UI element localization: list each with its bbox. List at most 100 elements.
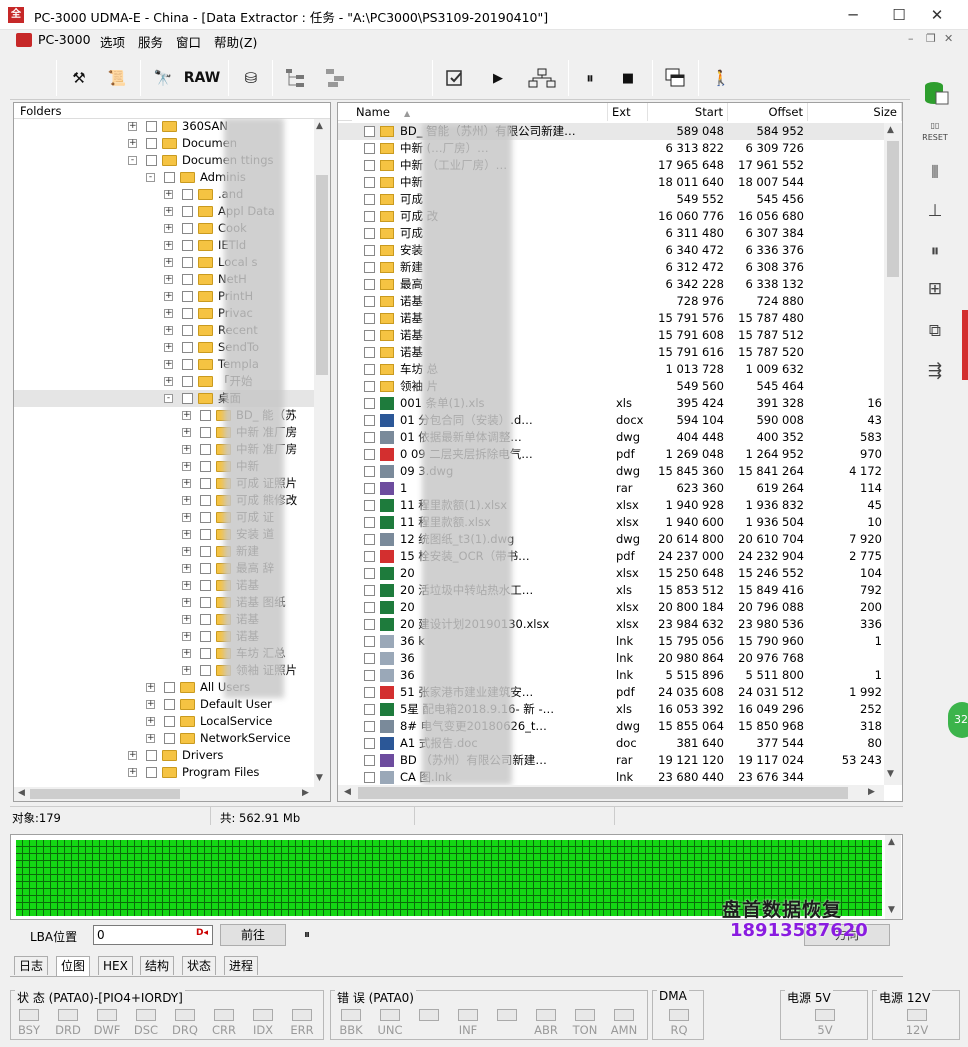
expand-toggle-icon[interactable]: + bbox=[182, 496, 191, 505]
tree-checkbox[interactable] bbox=[200, 597, 211, 608]
tree-checkbox[interactable] bbox=[200, 495, 211, 506]
tree-checkbox[interactable] bbox=[182, 240, 193, 251]
expand-toggle-icon[interactable]: + bbox=[164, 258, 173, 267]
pause-icon[interactable]: ⏸ bbox=[576, 63, 604, 93]
file-checkbox[interactable] bbox=[364, 619, 375, 630]
file-row[interactable]: 可成 6 311 480 6 307 384 bbox=[338, 225, 884, 242]
files-vertical-scrollbar[interactable]: ▲ ▼ bbox=[884, 123, 902, 785]
file-row[interactable]: 09 3.dwgdwg15 845 36015 841 2644 172 bbox=[338, 463, 884, 480]
branch-icon[interactable]: ⊥ bbox=[912, 194, 958, 228]
file-checkbox[interactable] bbox=[364, 381, 375, 392]
file-checkbox[interactable] bbox=[364, 704, 375, 715]
file-row[interactable]: 诺基 15 791 616 15 787 520 bbox=[338, 344, 884, 361]
expand-toggle-icon[interactable]: + bbox=[164, 360, 173, 369]
tree-checkbox[interactable] bbox=[200, 665, 211, 676]
file-row[interactable]: CA 图.lnklnk23 680 44023 676 344 bbox=[338, 769, 884, 785]
pause-side-icon[interactable]: ⏸ bbox=[912, 234, 958, 268]
tree-checkbox[interactable] bbox=[182, 257, 193, 268]
expand-toggle-icon[interactable]: + bbox=[182, 479, 191, 488]
menu-options[interactable]: 选项 bbox=[100, 32, 125, 51]
inner-close-button[interactable]: ✕ bbox=[944, 32, 953, 45]
file-checkbox[interactable] bbox=[364, 347, 375, 358]
scroll-icon[interactable]: 📜 bbox=[102, 63, 132, 93]
save-disk-icon[interactable] bbox=[440, 63, 470, 93]
expand-toggle-icon[interactable]: + bbox=[182, 462, 191, 471]
file-checkbox[interactable] bbox=[364, 551, 375, 562]
database-icon[interactable] bbox=[912, 78, 958, 112]
expand-toggle-icon[interactable]: + bbox=[146, 700, 155, 709]
expand-toggle-icon[interactable]: + bbox=[128, 122, 137, 131]
tree-node[interactable]: + Program Files bbox=[14, 764, 314, 781]
scroll-down-arrow-icon[interactable]: ▼ bbox=[316, 773, 323, 783]
column-start[interactable]: Start bbox=[648, 103, 728, 121]
lba-input[interactable]: 0 D◂ bbox=[93, 925, 213, 945]
tree-checkbox[interactable] bbox=[182, 325, 193, 336]
scroll-down-arrow-icon[interactable]: ▼ bbox=[887, 769, 894, 779]
file-row[interactable]: 11 程里款额.xlsxxlsx1 940 6001 936 50410 bbox=[338, 514, 884, 531]
file-row[interactable]: 领袖 片 549 560 545 464 bbox=[338, 378, 884, 395]
expand-toggle-icon[interactable]: + bbox=[182, 598, 191, 607]
tree-checkbox[interactable] bbox=[200, 444, 211, 455]
menu-service[interactable]: 服务 bbox=[138, 32, 163, 51]
expand-toggle-icon[interactable]: + bbox=[182, 428, 191, 437]
file-row[interactable]: 诺基 728 976 724 880 bbox=[338, 293, 884, 310]
file-row[interactable]: 12 统图纸_t3(1).dwgdwg20 614 80020 610 7047… bbox=[338, 531, 884, 548]
tree-node[interactable]: + Drivers bbox=[14, 747, 314, 764]
tree-checkbox[interactable] bbox=[182, 393, 193, 404]
connector-icon[interactable]: ⇶ bbox=[912, 354, 958, 388]
file-checkbox[interactable] bbox=[364, 364, 375, 375]
expand-toggle-icon[interactable]: + bbox=[146, 717, 155, 726]
file-checkbox[interactable] bbox=[364, 636, 375, 647]
file-checkbox[interactable] bbox=[364, 177, 375, 188]
file-row[interactable]: 诺基 15 791 576 15 787 480 bbox=[338, 310, 884, 327]
file-row[interactable]: 可成 549 552 545 456 bbox=[338, 191, 884, 208]
tree-checkbox[interactable] bbox=[182, 291, 193, 302]
file-row[interactable]: 001 条单(1).xlsxls395 424391 32816 bbox=[338, 395, 884, 412]
column-ext[interactable]: Ext bbox=[608, 103, 648, 121]
tree-checkbox[interactable] bbox=[200, 512, 211, 523]
tree-node[interactable]: + NetworkService bbox=[14, 730, 314, 747]
file-checkbox[interactable] bbox=[364, 245, 375, 256]
copy-icon[interactable]: ⧉ bbox=[912, 314, 958, 348]
scroll-left-arrow-icon[interactable]: ◀ bbox=[18, 788, 25, 798]
file-row[interactable]: 5星 配电箱2018.9.16- 新 -…xls16 053 39216 049… bbox=[338, 701, 884, 718]
tree-checkbox[interactable] bbox=[164, 172, 175, 183]
file-row[interactable]: 20 活垃圾中转站热水工…xls15 853 51215 849 416792 bbox=[338, 582, 884, 599]
files-scroll-thumb[interactable] bbox=[887, 141, 899, 277]
tab-status[interactable]: 状态 bbox=[182, 956, 217, 975]
minimize-button[interactable]: ─ bbox=[830, 0, 876, 30]
tree-checkbox[interactable] bbox=[182, 274, 193, 285]
map-scrollbar[interactable]: ▲ ▼ bbox=[885, 835, 901, 919]
expand-toggle-icon[interactable]: + bbox=[146, 734, 155, 743]
file-checkbox[interactable] bbox=[364, 738, 375, 749]
tree-checkbox[interactable] bbox=[146, 121, 157, 132]
tree-node[interactable]: + LocalService bbox=[14, 713, 314, 730]
tree-checkbox[interactable] bbox=[182, 342, 193, 353]
file-checkbox[interactable] bbox=[364, 143, 375, 154]
app-menu-icon[interactable] bbox=[16, 33, 32, 47]
scroll-right-arrow-icon[interactable]: ▶ bbox=[868, 787, 875, 797]
tree-checkbox[interactable] bbox=[146, 138, 157, 149]
file-checkbox[interactable] bbox=[364, 449, 375, 460]
lba-mode-icon[interactable]: D◂ bbox=[196, 928, 208, 938]
tree-checkbox[interactable] bbox=[200, 529, 211, 540]
tree-checkbox[interactable] bbox=[200, 631, 211, 642]
file-row[interactable]: 20 xlsx 15 250 648 15 246 552 104 bbox=[338, 565, 884, 582]
play-icon[interactable]: ▶ bbox=[486, 63, 510, 93]
scroll-down-arrow-icon[interactable]: ▼ bbox=[888, 905, 895, 915]
tree-checkbox[interactable] bbox=[182, 359, 193, 370]
file-row[interactable]: 20 xlsx 20 800 184 20 796 088 200 bbox=[338, 599, 884, 616]
file-checkbox[interactable] bbox=[364, 279, 375, 290]
expand-toggle-icon[interactable]: + bbox=[164, 377, 173, 386]
column-size[interactable]: Size bbox=[808, 103, 902, 121]
tree-checkbox[interactable] bbox=[200, 563, 211, 574]
scroll-up-arrow-icon[interactable]: ▲ bbox=[887, 125, 894, 135]
file-checkbox[interactable] bbox=[364, 534, 375, 545]
file-checkbox[interactable] bbox=[364, 653, 375, 664]
tree-hscroll-thumb[interactable] bbox=[30, 789, 180, 799]
lba-pause-icon[interactable]: ⏸ bbox=[304, 927, 310, 942]
file-checkbox[interactable] bbox=[364, 772, 375, 783]
expand-toggle-icon[interactable]: + bbox=[128, 768, 137, 777]
file-checkbox[interactable] bbox=[364, 568, 375, 579]
tree-horizontal-scrollbar[interactable]: ◀ ▶ bbox=[14, 787, 330, 801]
